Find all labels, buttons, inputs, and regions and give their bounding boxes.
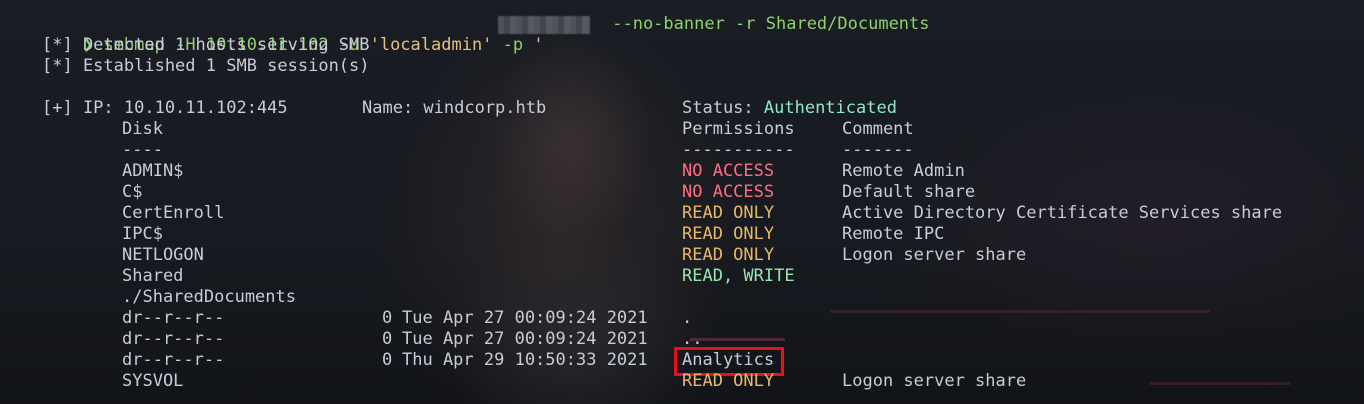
- message-line: [*] Established 1 SMB session(s): [42, 56, 370, 76]
- command-options: --no-banner -r Shared/Documents: [602, 14, 930, 34]
- entry-date: Tue Apr 27 00:09:24 2021: [402, 329, 648, 349]
- header-disk: Disk: [122, 119, 163, 139]
- host-name: Name: windcorp.htb: [362, 98, 547, 118]
- share-comment: Logon server share: [842, 371, 1027, 391]
- host-status: Status: Authenticated: [682, 98, 897, 119]
- entry-size: 0: [382, 329, 393, 349]
- share-permission: READ ONLY: [682, 371, 775, 391]
- share-permission: READ ONLY: [682, 224, 775, 244]
- command-pass-quote: ': [533, 35, 544, 55]
- separator-disk: ----: [122, 140, 163, 160]
- share-comment: Logon server share: [842, 245, 1027, 265]
- background-stripe: [1150, 382, 1290, 385]
- entry-date: Tue Apr 27 00:09:24 2021: [402, 308, 648, 328]
- separator-comment: -------: [842, 140, 914, 160]
- share-name: CertEnroll: [122, 203, 225, 223]
- entry-mode: dr--r--r--: [122, 329, 225, 349]
- status-value: Authenticated: [763, 98, 897, 118]
- background-stripe: [690, 338, 785, 341]
- entry-size: 0: [382, 350, 393, 370]
- share-permission: NO ACCESS: [682, 161, 775, 181]
- share-comment: Remote Admin: [842, 161, 965, 181]
- listing-path: ./SharedDocuments: [122, 287, 296, 307]
- share-name: IPC$: [122, 224, 163, 244]
- share-name: Shared: [122, 266, 184, 286]
- command-user-arg: 'localadmin': [369, 35, 493, 55]
- separator-permissions: -----------: [682, 140, 795, 160]
- command-pass-flag: -p: [492, 35, 534, 55]
- share-comment: Active Directory Certificate Services sh…: [842, 203, 1283, 223]
- share-name: SYSVOL: [122, 371, 184, 391]
- share-name: NETLOGON: [122, 245, 204, 265]
- entry-name: .: [682, 308, 693, 328]
- share-comment: Default share: [842, 182, 976, 202]
- entry-mode: dr--r--r--: [122, 350, 225, 370]
- share-permission: NO ACCESS: [682, 182, 775, 202]
- status-label: Status:: [682, 98, 764, 118]
- entry-mode: dr--r--r--: [122, 308, 225, 328]
- header-permissions: Permissions: [682, 119, 795, 139]
- background-stripe: [830, 310, 1210, 313]
- entry-size: 0: [382, 308, 393, 328]
- header-comment: Comment: [842, 119, 914, 139]
- share-permission: READ, WRITE: [682, 266, 795, 286]
- share-name: C$: [122, 182, 143, 202]
- host-ip: [+] IP: 10.10.11.102:445: [42, 98, 288, 118]
- message-line: [*] Detected 1 hosts serving SMB: [42, 35, 370, 55]
- share-name: ADMIN$: [122, 161, 184, 181]
- redacted-password: [498, 16, 590, 34]
- share-permission: READ ONLY: [682, 245, 775, 265]
- share-permission: READ ONLY: [682, 203, 775, 223]
- entry-date: Thu Apr 29 10:50:33 2021: [402, 350, 648, 370]
- share-comment: Remote IPC: [842, 224, 945, 244]
- terminal-window[interactable]: ❯ smbmap -H 10.10.11.102 -u 'localadmin'…: [0, 0, 1364, 404]
